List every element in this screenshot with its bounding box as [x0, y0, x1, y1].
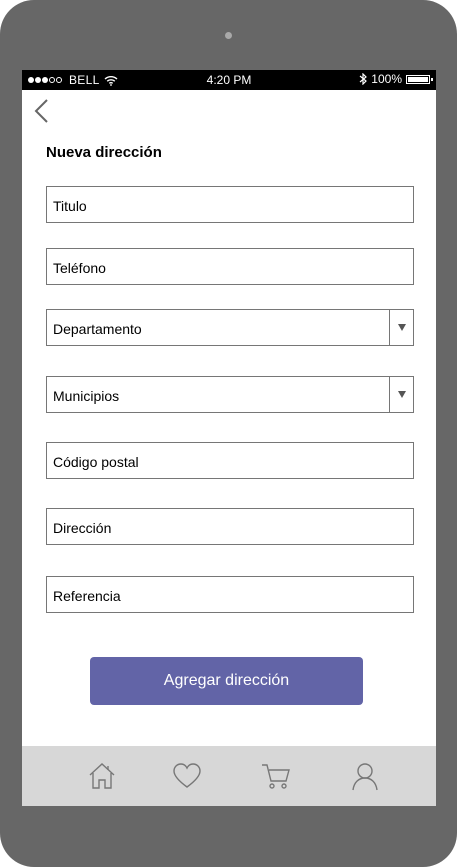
battery-icon: [406, 74, 433, 84]
municipios-select[interactable]: Municipios: [46, 376, 414, 413]
battery-percent: 100%: [371, 72, 402, 86]
municipios-value: Municipios: [53, 388, 120, 404]
codigo-postal-placeholder: Código postal: [53, 454, 139, 470]
chevron-down-icon: [398, 324, 406, 331]
bottom-tab-bar: [22, 746, 436, 806]
departamento-value: Departamento: [53, 321, 142, 337]
cart-icon[interactable]: [261, 760, 291, 792]
telefono-placeholder: Teléfono: [53, 260, 106, 276]
titulo-field[interactable]: Titulo: [46, 186, 414, 223]
telefono-field[interactable]: Teléfono: [46, 248, 414, 285]
back-arrow-icon[interactable]: [32, 98, 52, 124]
referencia-field[interactable]: Referencia: [46, 576, 414, 613]
referencia-placeholder: Referencia: [53, 588, 121, 604]
direccion-field[interactable]: Dirección: [46, 508, 414, 545]
departamento-dropdown-button[interactable]: [389, 310, 413, 345]
status-bar: BELL 4:20 PM 100%: [22, 70, 436, 90]
home-icon[interactable]: [87, 760, 117, 792]
user-icon[interactable]: [350, 760, 380, 792]
phone-frame: BELL 4:20 PM 100% Nueva dirección Titulo…: [0, 0, 457, 867]
codigo-postal-field[interactable]: Código postal: [46, 442, 414, 479]
bluetooth-icon: [359, 73, 368, 85]
titulo-placeholder: Titulo: [53, 198, 87, 214]
chevron-down-icon: [398, 391, 406, 398]
camera: [225, 32, 232, 39]
departamento-select[interactable]: Departamento: [46, 309, 414, 346]
municipios-dropdown-button[interactable]: [389, 377, 413, 412]
heart-icon[interactable]: [172, 760, 202, 792]
direccion-placeholder: Dirección: [53, 520, 112, 536]
page-title: Nueva dirección: [46, 144, 162, 161]
status-right: 100%: [359, 72, 433, 86]
screen: BELL 4:20 PM 100% Nueva dirección Titulo…: [22, 70, 436, 806]
agregar-direccion-button[interactable]: Agregar dirección: [90, 657, 363, 705]
